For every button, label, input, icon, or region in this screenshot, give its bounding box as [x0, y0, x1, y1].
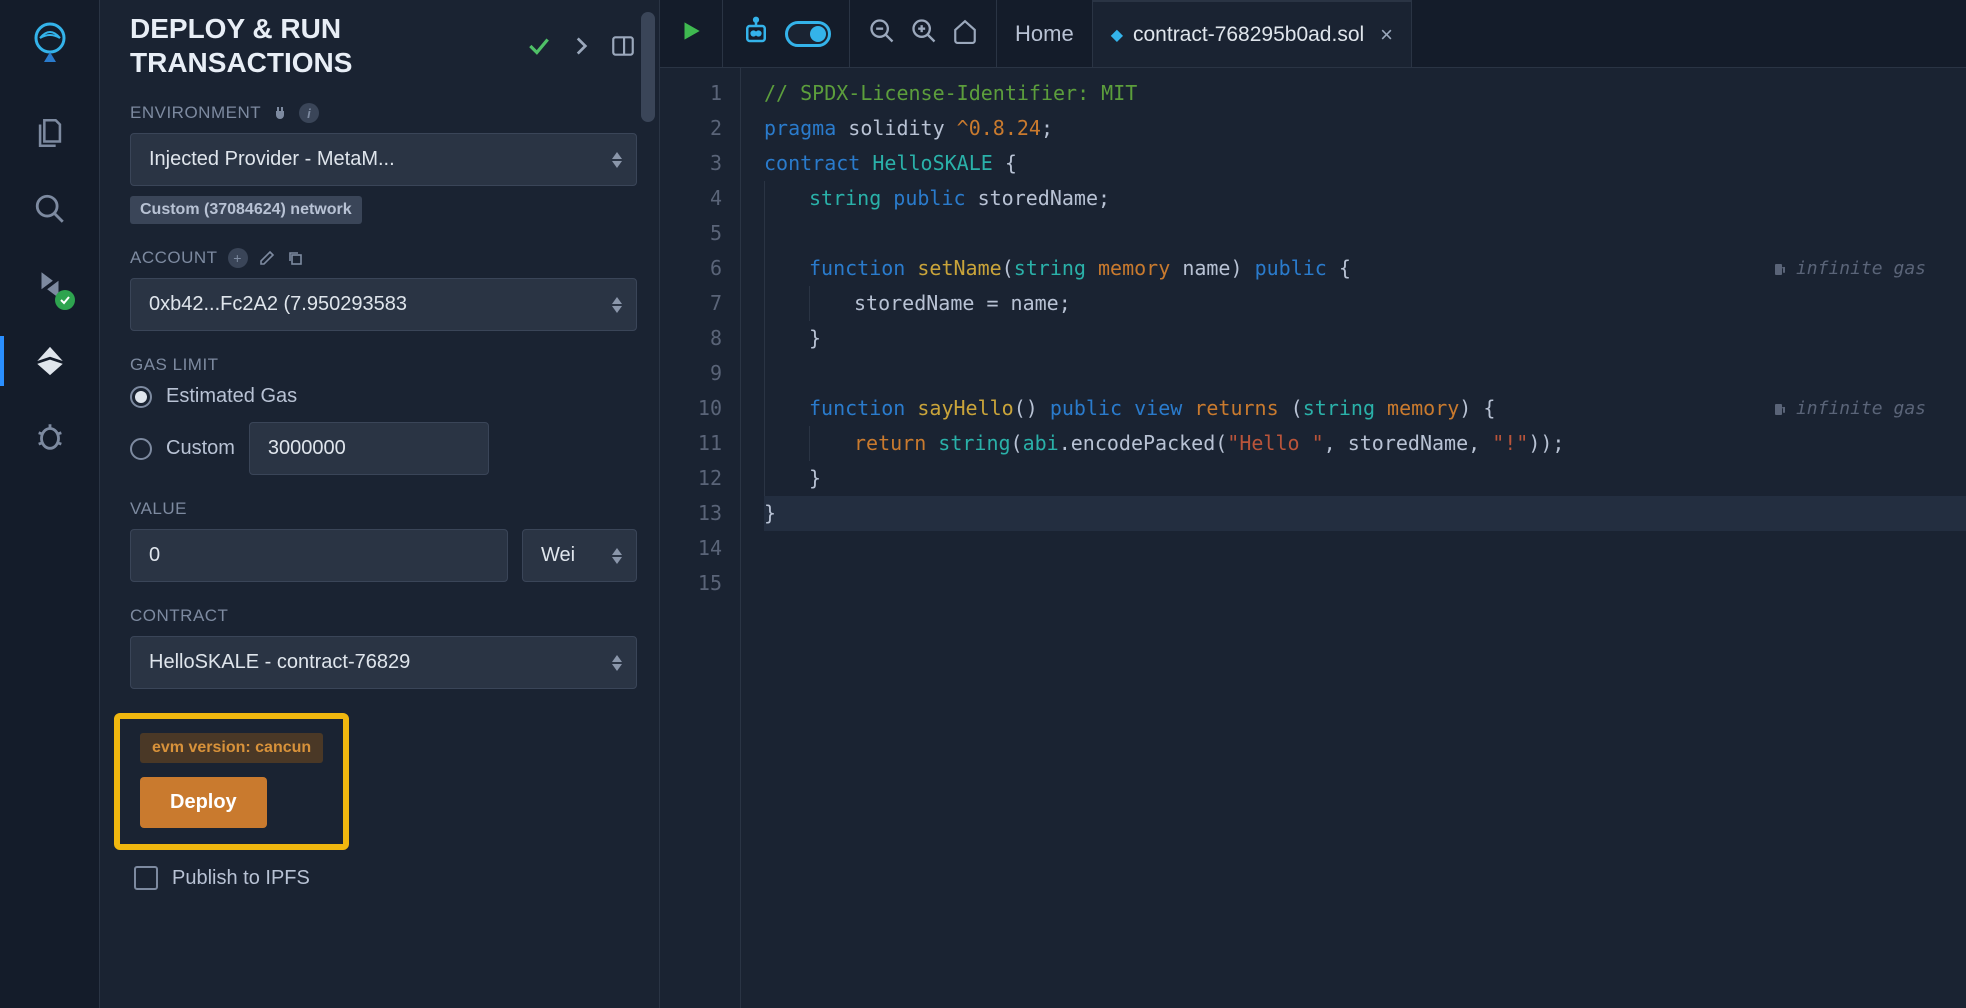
gas-custom-input[interactable]: 3000000: [249, 422, 489, 475]
gas-estimated-label: Estimated Gas: [166, 385, 297, 408]
code-line[interactable]: function sayHello() public view returns …: [764, 391, 1966, 426]
code-line[interactable]: string public storedName;: [764, 181, 1966, 216]
tab-contract-file[interactable]: ◆ contract-768295b0ad.sol ×: [1093, 0, 1412, 67]
panel-title: DEPLOY & RUN TRANSACTIONS: [130, 12, 525, 79]
deploy-highlight: evm version: cancun Deploy: [114, 713, 349, 850]
spinner-icon: [608, 544, 626, 568]
gas-hint: infinite gas: [1772, 251, 1926, 286]
gas-estimated-row[interactable]: Estimated Gas: [130, 385, 637, 408]
panel-header: DEPLOY & RUN TRANSACTIONS: [130, 12, 637, 79]
evm-version-badge: evm version: cancun: [140, 733, 323, 763]
code-line[interactable]: }: [764, 461, 1966, 496]
publish-ipfs-checkbox[interactable]: [134, 866, 158, 890]
network-badge: Custom (37084624) network: [130, 196, 362, 224]
account-select[interactable]: 0xb42...Fc2A2 (7.950293583: [130, 278, 637, 331]
code-content[interactable]: // SPDX-License-Identifier: MITpragma so…: [746, 68, 1966, 1008]
zoom-out-icon[interactable]: [868, 17, 896, 50]
gas-custom-radio[interactable]: [130, 438, 152, 460]
code-line[interactable]: pragma solidity ^0.8.24;: [764, 111, 1966, 146]
contract-select[interactable]: HelloSKALE - contract-76829: [130, 636, 637, 689]
zoom-segment: [850, 0, 997, 67]
editor-header: Home ◆ contract-768295b0ad.sol ×: [660, 0, 1966, 68]
code-editor[interactable]: 123456789101112131415 // SPDX-License-Id…: [660, 68, 1966, 1008]
publish-ipfs-label: Publish to IPFS: [172, 867, 310, 890]
panel-header-actions: [525, 32, 637, 60]
close-icon[interactable]: ×: [1380, 22, 1393, 48]
deploy-icon[interactable]: [31, 342, 69, 380]
info-icon[interactable]: i: [299, 103, 319, 123]
gas-limit-label: GAS LIMIT: [130, 355, 637, 375]
code-line[interactable]: contract HelloSKALE {: [764, 146, 1966, 181]
add-account-icon[interactable]: +: [228, 248, 248, 268]
search-icon[interactable]: [31, 190, 69, 228]
deploy-panel: DEPLOY & RUN TRANSACTIONS ENVIRONMENT i …: [100, 0, 660, 1008]
gas-estimated-radio[interactable]: [130, 386, 152, 408]
gas-custom-label: Custom: [166, 437, 235, 460]
value-label: VALUE: [130, 499, 637, 519]
environment-label: ENVIRONMENT i: [130, 103, 637, 123]
chevron-right-icon[interactable]: [567, 32, 595, 60]
home-icon: [952, 18, 978, 49]
compiler-icon[interactable]: [31, 266, 69, 304]
tab-home[interactable]: Home: [997, 0, 1093, 67]
editor-area: Home ◆ contract-768295b0ad.sol × 1234567…: [660, 0, 1966, 1008]
spinner-icon: [608, 148, 626, 172]
remix-logo[interactable]: [26, 18, 74, 66]
line-gutter: 123456789101112131415: [660, 68, 740, 1008]
contract-label: CONTRACT: [130, 606, 637, 626]
plug-icon[interactable]: [271, 104, 289, 122]
solidity-file-icon: ◆: [1111, 25, 1123, 45]
compile-success-badge: [55, 290, 75, 310]
contract-group: CONTRACT HelloSKALE - contract-76829: [130, 606, 637, 689]
robot-icon[interactable]: [741, 16, 771, 51]
code-line[interactable]: }: [764, 496, 1966, 531]
account-label: ACCOUNT +: [130, 248, 637, 268]
code-line[interactable]: storedName = name;: [764, 286, 1966, 321]
value-group: VALUE 0 Wei: [130, 499, 637, 582]
code-line[interactable]: // SPDX-License-Identifier: MIT: [764, 76, 1966, 111]
environment-group: ENVIRONMENT i Injected Provider - MetaM.…: [130, 103, 637, 224]
copy-icon[interactable]: [286, 249, 304, 267]
icon-sidebar: [0, 0, 100, 1008]
gas-hint: infinite gas: [1772, 391, 1926, 426]
value-unit-select[interactable]: Wei: [522, 529, 637, 582]
account-group: ACCOUNT + 0xb42...Fc2A2 (7.950293583: [130, 248, 637, 331]
gas-limit-group: GAS LIMIT Estimated Gas Custom 3000000: [130, 355, 637, 475]
zoom-in-icon[interactable]: [910, 17, 938, 50]
environment-select[interactable]: Injected Provider - MetaM...: [130, 133, 637, 186]
play-icon[interactable]: [678, 18, 704, 49]
spinner-icon: [608, 651, 626, 675]
code-line[interactable]: [764, 216, 1966, 251]
ai-toggle[interactable]: [785, 21, 831, 47]
panel-layout-icon[interactable]: [609, 32, 637, 60]
code-line[interactable]: return string(abi.encodePacked("Hello ",…: [764, 426, 1966, 461]
edit-icon[interactable]: [258, 249, 276, 267]
code-line[interactable]: }: [764, 321, 1966, 356]
code-line[interactable]: function setName(string memory name) pub…: [764, 251, 1966, 286]
run-segment: [660, 0, 723, 67]
ai-segment: [723, 0, 850, 67]
publish-ipfs-row[interactable]: Publish to IPFS: [134, 866, 637, 890]
debugger-icon[interactable]: [31, 418, 69, 456]
deploy-button[interactable]: Deploy: [140, 777, 267, 828]
code-line[interactable]: [764, 356, 1966, 391]
value-amount-input[interactable]: 0: [130, 529, 508, 582]
gas-custom-row[interactable]: Custom 3000000: [130, 422, 637, 475]
check-icon[interactable]: [525, 32, 553, 60]
spinner-icon: [608, 293, 626, 317]
files-icon[interactable]: [31, 114, 69, 152]
